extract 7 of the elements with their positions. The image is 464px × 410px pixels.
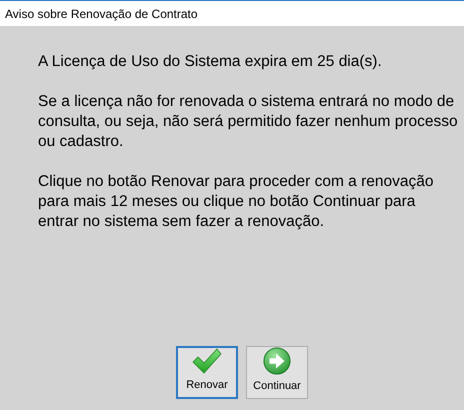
window-title: Aviso sobre Renovação de Contrato <box>5 6 198 20</box>
checkmark-icon <box>192 348 222 374</box>
dialog-button[interactable]: Continuar <box>246 346 308 399</box>
dialog-button[interactable]: Renovar <box>176 346 238 399</box>
message-text: Clique no botão Renovar para proceder com a renovação para mais 12 meses ou clique no botão Continuar para entrar no sistema sem fazer a renovação. <box>38 172 434 232</box>
message-text: A Licença de Uso do Sistema expira em 25 dia(s). <box>38 52 383 72</box>
message-text: Se a licença não for renovada o sistema entrará no modo de consulta, ou seja, não será permitido fazer nenhum processo ou cadastro. <box>38 92 458 152</box>
